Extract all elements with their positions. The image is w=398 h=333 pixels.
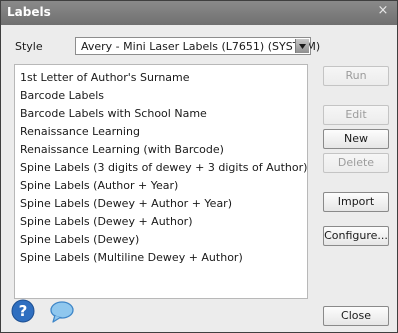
close-icon[interactable]: ×: [376, 4, 390, 18]
title-bar[interactable]: Labels ×: [1, 1, 397, 25]
chevron-down-icon: [299, 44, 306, 49]
configure-button[interactable]: Configure...: [323, 226, 389, 246]
list-item[interactable]: Spine Labels (Dewey + Author): [20, 214, 193, 229]
list-item[interactable]: Spine Labels (Dewey): [20, 232, 139, 247]
import-button[interactable]: Import: [323, 192, 389, 212]
list-item[interactable]: Spine Labels (3 digits of dewey + 3 digi…: [20, 160, 307, 175]
chat-icon[interactable]: [49, 300, 75, 324]
new-button[interactable]: New: [323, 129, 389, 149]
list-item[interactable]: Spine Labels (Author + Year): [20, 178, 178, 193]
list-item[interactable]: Barcode Labels with School Name: [20, 106, 207, 121]
list-item[interactable]: 1st Letter of Author's Surname: [20, 70, 190, 85]
edit-button[interactable]: Edit: [323, 105, 389, 125]
list-item[interactable]: Renaissance Learning: [20, 124, 140, 139]
delete-button[interactable]: Delete: [323, 153, 389, 173]
help-icon[interactable]: ?: [11, 299, 35, 323]
list-item[interactable]: Renaissance Learning (with Barcode): [20, 142, 224, 157]
list-item[interactable]: Barcode Labels: [20, 88, 104, 103]
labels-dialog: Labels × Style Avery - Mini Laser Labels…: [0, 0, 398, 333]
run-button[interactable]: Run: [323, 66, 389, 86]
dropdown-button[interactable]: [295, 39, 309, 53]
style-dropdown[interactable]: Avery - Mini Laser Labels (L7651) (SYSTE…: [75, 37, 320, 55]
labels-list[interactable]: 1st Letter of Author's Surname Barcode L…: [14, 64, 308, 299]
window-title: Labels: [7, 5, 51, 19]
list-item[interactable]: Spine Labels (Dewey + Author + Year): [20, 196, 232, 211]
style-label: Style: [15, 40, 43, 53]
list-item[interactable]: Spine Labels (Multiline Dewey + Author): [20, 250, 243, 265]
style-selected-value: Avery - Mini Laser Labels (L7651) (SYSTE…: [81, 40, 321, 53]
close-button[interactable]: Close: [323, 306, 389, 326]
svg-text:?: ?: [19, 302, 28, 320]
